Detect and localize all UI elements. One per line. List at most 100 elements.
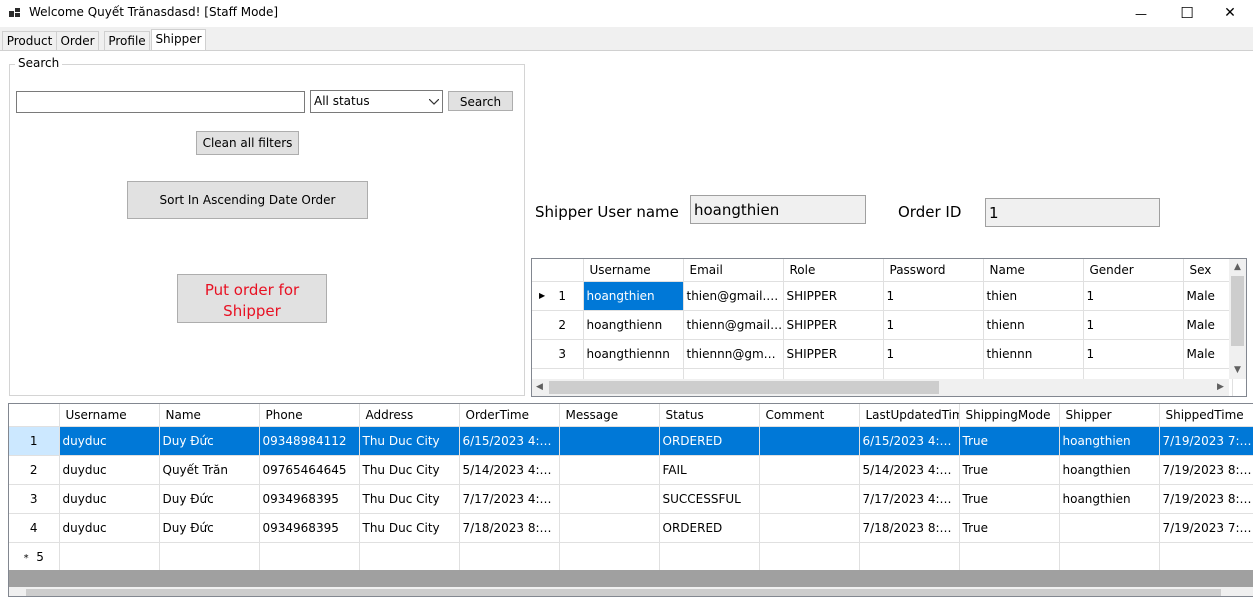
column-header[interactable]: Role: [783, 259, 884, 282]
table-cell[interactable]: 7/18/2023 8:32 ...: [459, 513, 560, 543]
table-cell[interactable]: Quyết Trăn: [159, 455, 260, 485]
new-row[interactable]: * 5: [9, 542, 1253, 572]
column-header[interactable]: LastUpdatedTime: [859, 404, 960, 427]
table-cell[interactable]: 6/15/2023 4:01 ...: [859, 426, 960, 456]
table-cell[interactable]: 7/18/2023 8:32 ...: [859, 513, 960, 543]
table-row[interactable]: 2 duyduc Quyết Trăn 09765464645 Thu Duc …: [9, 455, 1253, 485]
table-cell[interactable]: True: [959, 455, 1060, 485]
table-cell[interactable]: True: [959, 484, 1060, 514]
table-cell[interactable]: thien: [983, 281, 1084, 311]
column-header[interactable]: ShippingMode: [959, 404, 1060, 427]
shipper-grid[interactable]: Username Email Role Password Name Gender…: [531, 258, 1247, 397]
table-cell[interactable]: 7/19/2023 8:53 ...: [1159, 455, 1253, 485]
table-cell[interactable]: 09348984112: [259, 426, 360, 456]
column-header[interactable]: Shipper: [1059, 404, 1160, 427]
hscroll-thumb[interactable]: [549, 381, 939, 394]
column-header[interactable]: Username: [583, 259, 684, 282]
tab-shipper[interactable]: Shipper: [151, 29, 206, 51]
table-cell[interactable]: 0934968395: [259, 513, 360, 543]
tab-order[interactable]: Order: [56, 31, 99, 51]
table-cell[interactable]: SHIPPER: [783, 281, 884, 311]
column-header[interactable]: Address: [359, 404, 460, 427]
column-header[interactable]: Message: [559, 404, 660, 427]
table-cell[interactable]: 7/19/2023 8:53 ...: [1159, 484, 1253, 514]
table-cell[interactable]: 5/14/2023 4:01 ...: [859, 455, 960, 485]
table-cell[interactable]: [759, 484, 860, 514]
scroll-down-icon[interactable]: ▼: [1234, 365, 1241, 375]
table-cell[interactable]: Male: [1183, 339, 1233, 369]
table-cell[interactable]: True: [959, 426, 1060, 456]
table-cell[interactable]: Thu Duc City: [359, 513, 460, 543]
table-cell[interactable]: 1: [883, 281, 984, 311]
search-input[interactable]: [16, 91, 305, 113]
scroll-right-icon[interactable]: ▶: [1217, 382, 1224, 392]
table-cell[interactable]: 5/14/2023 4:01 ...: [459, 455, 560, 485]
table-cell[interactable]: hoangthienn: [583, 310, 684, 340]
sort-ascending-button[interactable]: Sort In Ascending Date Order: [127, 181, 368, 219]
table-cell[interactable]: [559, 484, 660, 514]
row-header[interactable]: 4: [9, 513, 60, 543]
put-order-button[interactable]: Put order for Shipper: [177, 274, 327, 323]
column-header[interactable]: Password: [883, 259, 984, 282]
shipper-grid-vscrollbar[interactable]: ▲ ▼: [1229, 259, 1246, 379]
table-cell[interactable]: 7/17/2023 4:28 ...: [459, 484, 560, 514]
column-header[interactable]: Phone: [259, 404, 360, 427]
table-cell[interactable]: 7/19/2023 7:51 ...: [1159, 513, 1253, 543]
column-header[interactable]: ShippedTime: [1159, 404, 1253, 427]
table-cell[interactable]: [1059, 513, 1160, 543]
table-cell[interactable]: hoangthiennn: [583, 339, 684, 369]
tab-profile[interactable]: Profile: [104, 31, 150, 51]
table-cell[interactable]: [759, 513, 860, 543]
table-cell[interactable]: ORDERED: [659, 513, 760, 543]
table-cell[interactable]: 0934968395: [259, 484, 360, 514]
table-cell[interactable]: thienn@gmail....: [683, 310, 784, 340]
table-cell[interactable]: Male: [1183, 281, 1233, 311]
table-row[interactable]: ▶ 1 hoangthien thien@gmail.c... SHIPPER 1…: [532, 281, 1233, 311]
row-header[interactable]: * 5: [9, 542, 60, 572]
maximize-button[interactable]: ☐: [1164, 0, 1210, 27]
column-header[interactable]: Email: [683, 259, 784, 282]
table-cell[interactable]: duyduc: [59, 426, 160, 456]
table-cell[interactable]: [559, 513, 660, 543]
table-cell[interactable]: hoangthien: [1059, 455, 1160, 485]
table-cell[interactable]: SHIPPER: [783, 310, 884, 340]
column-header[interactable]: Gender: [1083, 259, 1184, 282]
table-cell[interactable]: hoangthien: [1059, 426, 1160, 456]
table-cell[interactable]: FAIL: [659, 455, 760, 485]
table-cell[interactable]: 7/17/2023 4:28 ...: [859, 484, 960, 514]
search-button[interactable]: Search: [448, 91, 513, 111]
status-dropdown[interactable]: All status: [310, 90, 443, 113]
row-header[interactable]: 2: [532, 310, 584, 340]
minimize-button[interactable]: —: [1118, 0, 1164, 27]
order-grid[interactable]: Username Name Phone Address OrderTime Me…: [8, 403, 1253, 597]
table-cell[interactable]: Thu Duc City: [359, 484, 460, 514]
tab-product[interactable]: Product: [2, 31, 57, 51]
table-cell[interactable]: 1: [883, 339, 984, 369]
table-cell[interactable]: Male: [1183, 310, 1233, 340]
table-cell[interactable]: 1: [1083, 310, 1184, 340]
table-cell[interactable]: ORDERED: [659, 426, 760, 456]
table-cell[interactable]: SUCCESSFUL: [659, 484, 760, 514]
table-cell[interactable]: 1: [1083, 339, 1184, 369]
column-header[interactable]: Sex: [1183, 259, 1233, 282]
clean-filters-button[interactable]: Clean all filters: [196, 131, 299, 155]
table-cell[interactable]: 09765464645: [259, 455, 360, 485]
row-header[interactable]: 1: [9, 426, 60, 456]
table-cell[interactable]: Duy Đức: [159, 513, 260, 543]
table-cell[interactable]: SHIPPER: [783, 339, 884, 369]
column-header[interactable]: Comment: [759, 404, 860, 427]
column-header[interactable]: OrderTime: [459, 404, 560, 427]
shipper-username-field[interactable]: hoangthien: [690, 195, 866, 224]
table-cell[interactable]: hoangthien: [1059, 484, 1160, 514]
table-cell[interactable]: [559, 455, 660, 485]
table-cell[interactable]: True: [959, 513, 1060, 543]
table-cell[interactable]: thien@gmail.c...: [683, 281, 784, 311]
column-header[interactable]: Name: [159, 404, 260, 427]
scroll-up-icon[interactable]: ▲: [1234, 262, 1241, 272]
table-cell[interactable]: [759, 455, 860, 485]
row-header[interactable]: 2: [9, 455, 60, 485]
table-cell[interactable]: Thu Duc City: [359, 426, 460, 456]
table-cell[interactable]: 6/15/2023 4:01 ...: [459, 426, 560, 456]
table-row[interactable]: 4 duyduc Duy Đức 0934968395 Thu Duc City…: [9, 513, 1253, 543]
row-header[interactable]: 3: [9, 484, 60, 514]
